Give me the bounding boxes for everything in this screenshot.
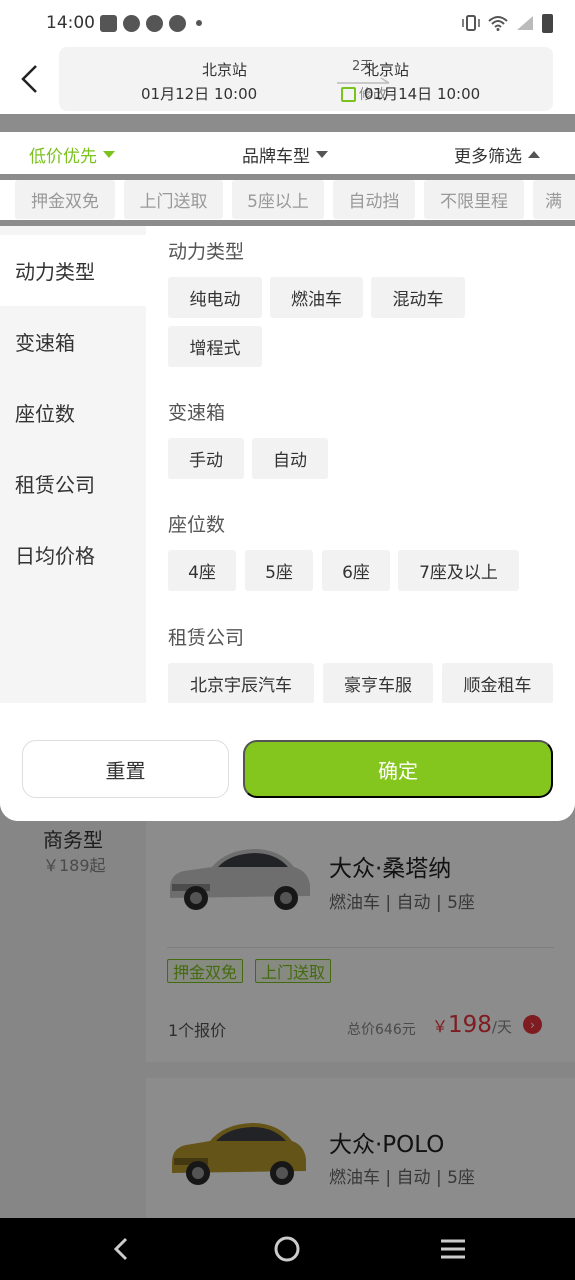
system-nav-bar bbox=[0, 1218, 575, 1280]
vibrate-icon bbox=[462, 15, 480, 31]
battery-icon bbox=[542, 13, 553, 33]
quick-filter-chip[interactable]: 不限里程 bbox=[424, 180, 524, 219]
status-time: 14:00 bbox=[46, 13, 95, 33]
pickup-location: 北京站 bbox=[202, 61, 248, 79]
pickup-datetime: 01月12日 10:00 bbox=[141, 85, 258, 103]
filter-brand-model-label: 品牌车型 bbox=[242, 147, 310, 167]
edit-icon bbox=[341, 86, 356, 102]
trip-summary[interactable]: 北京站 01月12日 10:00 2天 修改 北京站 01月14日 10:00 bbox=[59, 47, 553, 111]
notification-icons bbox=[100, 14, 202, 32]
sort-price-first-label: 低价优先 bbox=[29, 147, 97, 167]
sort-price-first[interactable]: 低价优先 bbox=[29, 142, 115, 167]
wifi-icon bbox=[488, 16, 508, 31]
option-chip[interactable]: 5座 bbox=[245, 550, 313, 591]
quick-filter-row: 押金双免 上门送取 5座以上 自动挡 不限里程 满 bbox=[0, 180, 575, 220]
notification-app-icon bbox=[100, 14, 117, 32]
filter-more-label: 更多筛选 bbox=[454, 147, 522, 167]
reset-button[interactable]: 重置 bbox=[22, 740, 229, 798]
filter-category-company[interactable]: 租赁公司 bbox=[0, 448, 146, 519]
option-chip[interactable]: 纯电动 bbox=[168, 277, 262, 318]
option-chip[interactable]: 4座 bbox=[168, 550, 236, 591]
filter-category-power[interactable]: 动力类型 bbox=[0, 235, 146, 306]
caret-down-icon bbox=[316, 151, 328, 158]
system-icons bbox=[462, 13, 553, 33]
option-chip[interactable]: 北京宇辰汽车 bbox=[168, 663, 314, 704]
nav-home-icon[interactable] bbox=[270, 1232, 304, 1266]
return-location: 北京站 bbox=[364, 61, 410, 79]
quick-filter-chip[interactable]: 满 bbox=[533, 180, 575, 219]
quick-filter-chip[interactable]: 5座以上 bbox=[232, 180, 324, 219]
quick-filter-chip[interactable]: 上门送取 bbox=[124, 180, 223, 219]
option-chip[interactable]: 混动车 bbox=[371, 277, 465, 318]
filter-panel-footer: 重置 确定 bbox=[0, 703, 575, 821]
option-chip[interactable]: 燃油车 bbox=[270, 277, 363, 318]
section-title-gearbox: 变速箱 bbox=[168, 402, 226, 424]
option-chip[interactable]: 6座 bbox=[322, 550, 390, 591]
option-chip[interactable]: 顺金租车 bbox=[442, 663, 553, 704]
notification-gauge-icon bbox=[123, 14, 140, 32]
option-chip[interactable]: 豪亨车服 bbox=[323, 663, 433, 704]
filter-more[interactable]: 更多筛选 bbox=[454, 142, 540, 167]
section-title-seats: 座位数 bbox=[168, 514, 226, 536]
status-bar: 14:00 bbox=[0, 0, 575, 46]
back-arrow-icon[interactable] bbox=[14, 60, 48, 98]
filter-panel: 动力类型 变速箱 座位数 租赁公司 日均价格 动力类型 纯电动 燃油车 混动车 … bbox=[0, 226, 575, 821]
more-notifications-icon bbox=[196, 20, 202, 26]
sort-bar: 低价优先 品牌车型 更多筛选 bbox=[0, 132, 575, 174]
signal-icon bbox=[517, 16, 533, 30]
notification-gauge-icon bbox=[146, 14, 163, 32]
return-datetime: 01月14日 10:00 bbox=[364, 85, 481, 103]
nav-back-icon[interactable] bbox=[104, 1232, 138, 1266]
caret-down-icon bbox=[103, 151, 115, 158]
filter-category-price[interactable]: 日均价格 bbox=[0, 519, 146, 590]
filter-category-nav: 动力类型 变速箱 座位数 租赁公司 日均价格 bbox=[0, 226, 146, 703]
filter-brand-model[interactable]: 品牌车型 bbox=[242, 142, 328, 167]
option-chip[interactable]: 自动 bbox=[252, 438, 328, 479]
notification-gauge-icon bbox=[169, 14, 186, 32]
quick-filter-chip[interactable]: 押金双免 bbox=[15, 180, 115, 219]
caret-up-icon bbox=[528, 151, 540, 158]
section-title-company: 租赁公司 bbox=[168, 627, 245, 649]
section-title-power: 动力类型 bbox=[168, 241, 245, 263]
quick-filter-chip[interactable]: 自动挡 bbox=[333, 180, 415, 219]
nav-menu-icon[interactable] bbox=[436, 1232, 470, 1266]
filter-category-seats[interactable]: 座位数 bbox=[0, 377, 146, 448]
confirm-button[interactable]: 确定 bbox=[243, 740, 553, 798]
header: 北京站 01月12日 10:00 2天 修改 北京站 01月14日 10:00 bbox=[0, 46, 575, 114]
option-chip[interactable]: 7座及以上 bbox=[398, 550, 519, 591]
option-chip[interactable]: 手动 bbox=[168, 438, 244, 479]
filter-category-gearbox[interactable]: 变速箱 bbox=[0, 306, 146, 377]
option-chip[interactable]: 增程式 bbox=[168, 326, 262, 367]
